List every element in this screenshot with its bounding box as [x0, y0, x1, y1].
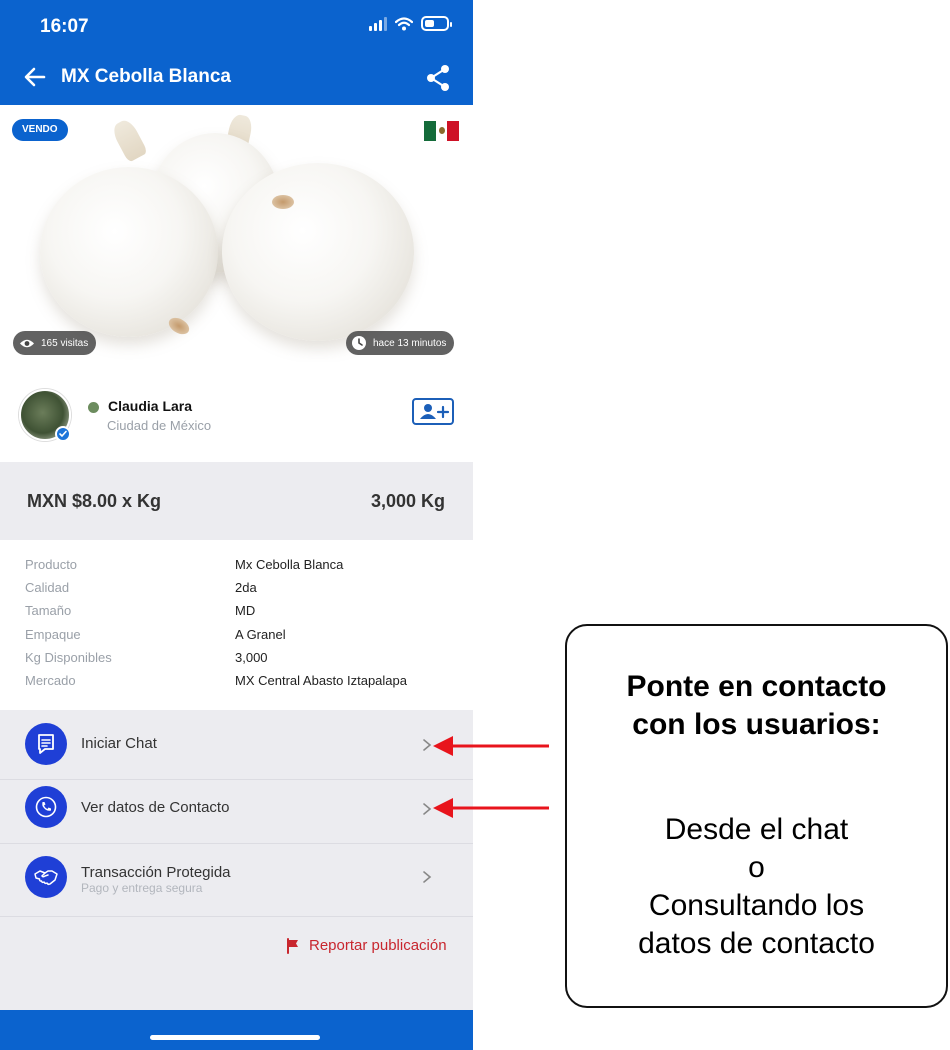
handshake-icon: [25, 856, 67, 898]
callout-body-line: Desde el chat: [664, 813, 849, 846]
posted-time: hace 13 minutos: [373, 337, 447, 349]
add-contact-button[interactable]: [412, 398, 454, 425]
detail-row: Kg Disponibles 3,000: [0, 650, 473, 673]
detail-row: Producto Mx Cebolla Blanca: [0, 557, 473, 580]
callout-body-line: o: [748, 851, 765, 884]
detail-value: MX Central Abasto Iztapalapa: [235, 673, 407, 688]
chat-icon: [25, 723, 67, 765]
add-user-icon: [420, 404, 450, 419]
product-image[interactable]: VENDO 165 visitas hace 13 minutos: [0, 105, 473, 362]
annotation-arrow-chat: [433, 736, 549, 756]
sell-badge: VENDO: [12, 119, 68, 141]
detail-row: Mercado MX Central Abasto Iztapalapa: [0, 673, 473, 696]
callout-title: Ponte en contacto con los usuarios:: [567, 668, 946, 744]
onion-image: [222, 163, 414, 341]
onion-stem: [109, 117, 149, 163]
actions-list: Iniciar Chat Ver datos de Contacto Trans…: [0, 710, 473, 917]
detail-row: Empaque A Granel: [0, 627, 473, 650]
detail-row: Tamaño MD: [0, 603, 473, 626]
visits-count: 165 visitas: [41, 337, 89, 349]
detail-row: Calidad 2da: [0, 580, 473, 603]
detail-label: Calidad: [25, 580, 70, 595]
detail-label: Tamaño: [25, 603, 72, 618]
annotation-arrow-contact: [433, 798, 549, 818]
share-icon[interactable]: [425, 64, 451, 92]
callout-body-line: Consultando los: [648, 889, 865, 922]
onion-root: [165, 314, 193, 338]
view-contact-label: Ver datos de Contacto: [81, 799, 230, 816]
battery-icon: [421, 16, 452, 31]
product-details: Producto Mx Cebolla Blanca Calidad 2da T…: [0, 540, 473, 710]
start-chat-row[interactable]: Iniciar Chat: [0, 710, 473, 780]
page-title: MX Cebolla Blanca: [61, 66, 231, 87]
start-chat-label: Iniciar Chat: [81, 735, 157, 752]
protected-transaction-label: Transacción Protegida: [81, 864, 231, 881]
callout-body-line: datos de contacto: [638, 927, 875, 960]
posted-time-badge: hace 13 minutos: [346, 331, 455, 355]
seller-name[interactable]: Claudia Lara: [108, 398, 192, 414]
verified-check-icon: [55, 426, 71, 442]
bottom-bar: [0, 1010, 473, 1050]
seller-city: Ciudad de México: [107, 418, 212, 433]
detail-value: A Granel: [235, 627, 286, 642]
mexico-flag-icon: [424, 121, 460, 141]
report-post-label: Reportar publicación: [309, 937, 447, 954]
status-time: 16:07: [40, 16, 89, 37]
protected-transaction-subtitle: Pago y entrega segura: [81, 881, 203, 895]
onion-root: [272, 195, 294, 209]
report-post-link[interactable]: Reportar publicación: [285, 937, 447, 954]
clock-icon: [352, 336, 366, 350]
protected-transaction-row[interactable]: Transacción Protegida Pago y entrega seg…: [0, 844, 473, 917]
flag-icon: [287, 937, 298, 954]
detail-value: Mx Cebolla Blanca: [235, 557, 344, 572]
detail-label: Mercado: [25, 673, 76, 688]
online-status-dot: [88, 402, 99, 413]
price-bar: MXN $8.00 x Kg 3,000 Kg: [0, 462, 473, 540]
status-icons: [369, 16, 452, 31]
phone-screen: 16:07 MX Cebolla Blanca VENDO 165 visita…: [0, 0, 473, 1050]
eye-icon: [20, 339, 34, 347]
annotation-callout: Ponte en contacto con los usuarios: Desd…: [565, 624, 948, 1008]
detail-label: Empaque: [25, 627, 81, 642]
phone-icon: [25, 786, 67, 828]
callout-body: Desde el chat o Consultando los datos de…: [567, 811, 946, 963]
seller-card: Claudia Lara Ciudad de México: [0, 362, 473, 462]
detail-label: Producto: [25, 557, 78, 572]
detail-value: MD: [235, 603, 256, 618]
detail-value: 3,000: [235, 650, 268, 665]
chevron-right-icon: [423, 871, 432, 883]
detail-value: 2da: [235, 580, 257, 595]
view-contact-row[interactable]: Ver datos de Contacto: [0, 780, 473, 844]
signal-icon: [369, 16, 387, 31]
back-arrow-icon[interactable]: [22, 64, 48, 90]
available-quantity: 3,000 Kg: [370, 491, 445, 511]
home-indicator[interactable]: [150, 1035, 320, 1040]
callout-title-line: con los usuarios:: [632, 708, 881, 741]
onion-image: [40, 167, 218, 337]
visits-badge: 165 visitas: [13, 331, 97, 355]
detail-label: Kg Disponibles: [25, 650, 112, 665]
app-header: 16:07 MX Cebolla Blanca: [0, 0, 473, 105]
price: MXN $8.00 x Kg: [27, 491, 162, 511]
wifi-icon: [395, 16, 413, 30]
callout-title-line: Ponte en contacto: [626, 670, 887, 703]
